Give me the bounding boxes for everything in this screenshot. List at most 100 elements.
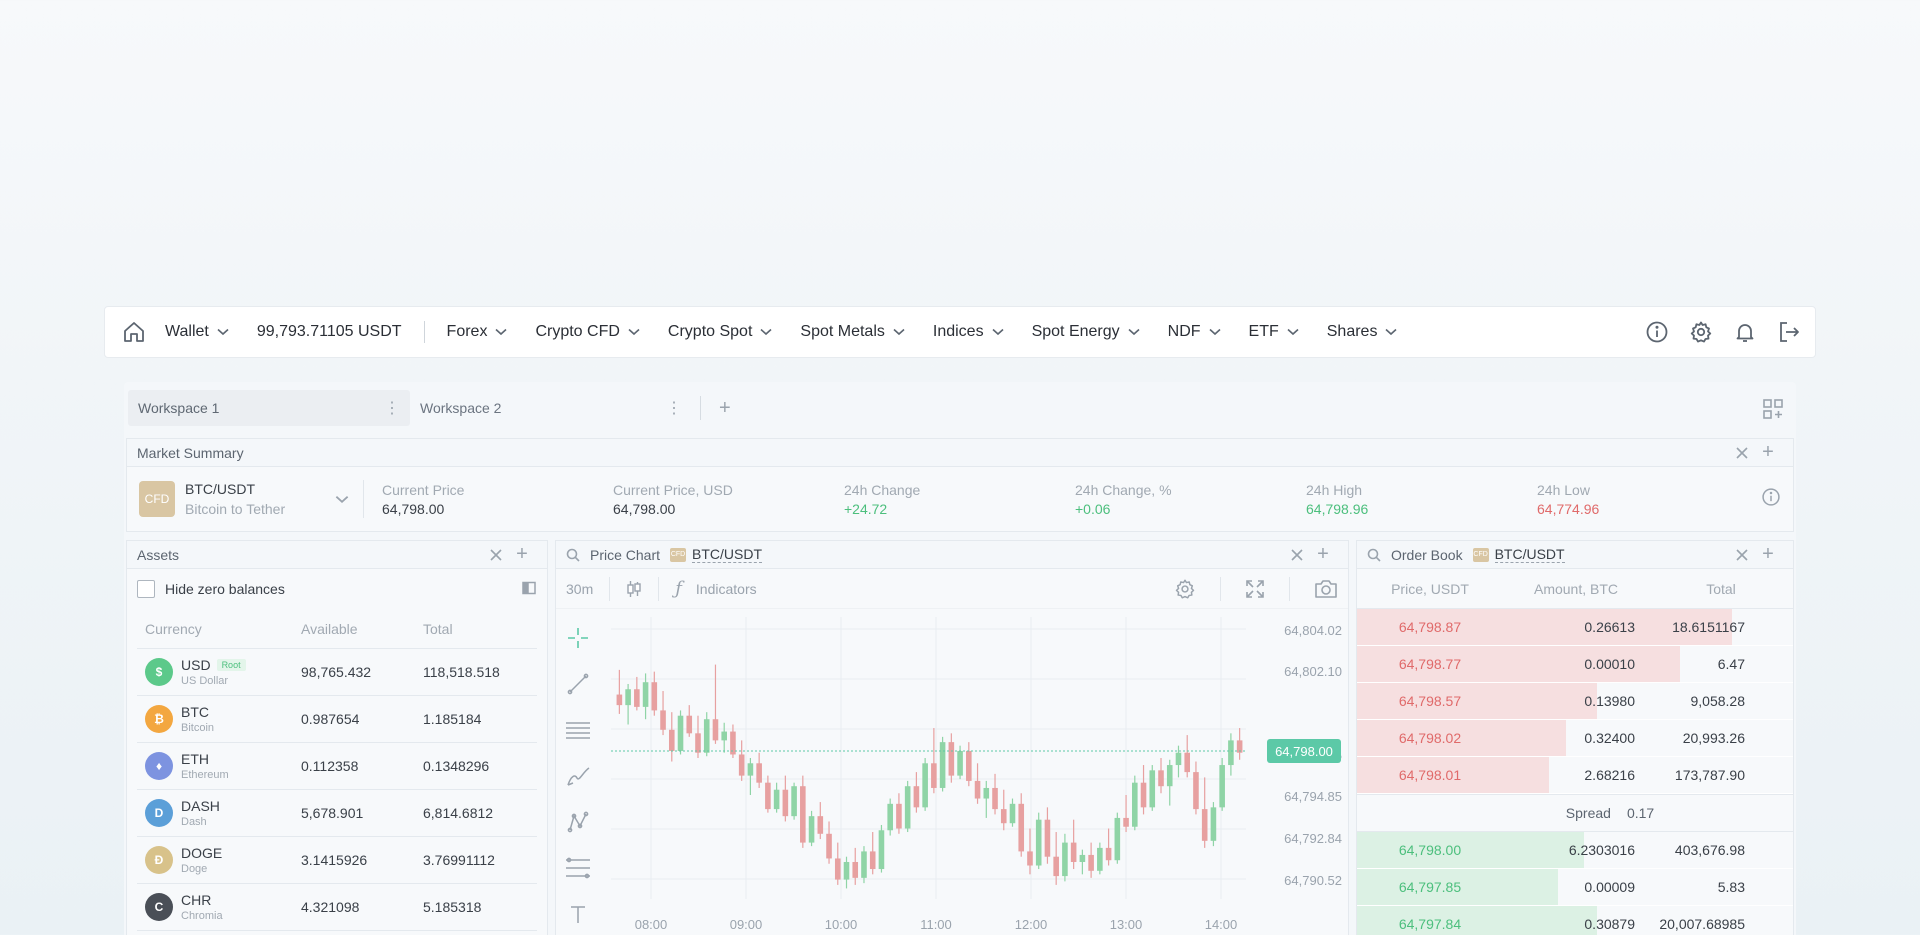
layout-grid-icon[interactable] — [1762, 398, 1784, 425]
more-vertical-icon[interactable]: ⋮ — [666, 398, 682, 418]
hide-zero-checkbox[interactable] — [137, 580, 155, 598]
add-panel-button[interactable]: + — [1753, 441, 1783, 464]
candle — [712, 719, 719, 741]
candle — [1105, 847, 1112, 861]
interval-selector[interactable]: 30m — [566, 581, 593, 597]
coin-name: CHR Chromia — [181, 892, 223, 922]
pair-symbol: BTC/USDT — [185, 481, 255, 497]
orderbook-row[interactable]: 64,798.87 0.26613 18.6151167 — [1357, 609, 1793, 646]
columns-icon[interactable] — [521, 580, 537, 599]
nav-menu-crypto-spot[interactable]: Crypto Spot — [668, 323, 772, 341]
close-icon[interactable] — [1286, 544, 1308, 566]
home-icon[interactable] — [119, 317, 149, 347]
total-cell: 173,787.90 — [1674, 767, 1745, 783]
info-icon[interactable] — [1645, 320, 1669, 344]
total-cell: 0.1348296 — [423, 758, 490, 774]
coin-icon: C — [145, 893, 173, 921]
nav-menu-label: Indices — [932, 323, 984, 340]
orderbook-row[interactable]: 64,798.57 0.13980 9,058.28 — [1357, 683, 1793, 720]
orderbook-row[interactable]: 64,797.85 0.00009 5.83 — [1357, 869, 1793, 906]
candle — [1044, 819, 1051, 857]
nav-menu-spot-metals[interactable]: Spot Metals — [800, 323, 905, 341]
tab-workspace-1[interactable]: Workspace 1 ⋮ — [128, 390, 410, 426]
y-tick-label: 64,802.10 — [1284, 664, 1342, 679]
panel-title: Order Book — [1391, 546, 1463, 563]
table-row[interactable]: D DASH Dash 5,678.901 6,814.6812 — [137, 790, 537, 837]
coin-symbol: USD — [181, 657, 211, 673]
close-icon[interactable] — [1731, 544, 1753, 566]
fullscreen-icon[interactable] — [1245, 579, 1265, 599]
assets-panel: Assets + Hide zero balances Currency Ava… — [126, 540, 548, 935]
orderbook-row[interactable]: 64,797.84 0.30879 20,007.68985 — [1357, 906, 1793, 935]
camera-icon[interactable] — [1314, 579, 1338, 599]
toolbar-divider — [1220, 576, 1221, 601]
bell-icon[interactable] — [1733, 320, 1757, 344]
nav-menu-ndf[interactable]: NDF — [1168, 323, 1221, 341]
candlestick-type-icon[interactable] — [626, 580, 642, 598]
amount-cell: 0.26613 — [1584, 619, 1635, 635]
candle — [834, 858, 841, 880]
tab-workspace-2[interactable]: Workspace 2 ⋮ — [410, 390, 692, 426]
pair-link[interactable]: BTC/USDT — [692, 546, 763, 563]
chart-area[interactable]: 64,804.0264,802.1064,796.8564,794.8564,7… — [556, 609, 1348, 935]
add-panel-button[interactable]: + — [507, 543, 537, 566]
orderbook-row[interactable]: 64,798.02 0.32400 20,993.26 — [1357, 720, 1793, 757]
spread-value: 0.17 — [1626, 805, 1655, 821]
chart-toolbar-actions — [1174, 576, 1338, 601]
current-price-usd-stat: Current Price, USD 64,798.00 — [613, 482, 844, 517]
add-panel-button[interactable]: + — [1308, 543, 1338, 566]
add-panel-button[interactable]: + — [1753, 543, 1783, 566]
search-icon[interactable] — [566, 548, 580, 562]
more-vertical-icon[interactable]: ⋮ — [384, 398, 400, 418]
nav-menu-etf[interactable]: ETF — [1249, 323, 1299, 341]
chevron-down-icon[interactable] — [335, 495, 349, 504]
candle — [1228, 740, 1234, 766]
candle — [896, 803, 902, 829]
market-menus: Forex Crypto CFD Crypto Spot Spot Metals Ind… — [447, 323, 1426, 341]
candle — [695, 733, 701, 753]
nav-menu-crypto-cfd[interactable]: Crypto CFD — [535, 323, 640, 341]
panel-header: Market Summary + — [127, 439, 1793, 467]
orderbook-row[interactable]: 64,798.00 6.2303016 403,676.98 — [1357, 832, 1793, 869]
nav-menu-spot-energy[interactable]: Spot Energy — [1032, 323, 1140, 341]
orderbook-row[interactable]: 64,798.01 2.68216 173,787.90 — [1357, 757, 1793, 794]
add-workspace-button[interactable]: + — [709, 397, 741, 420]
table-row[interactable]: Ð DOGE Doge 3.1415926 3.76991112 — [137, 837, 537, 884]
indicators-button[interactable]: Indicators — [696, 581, 757, 597]
gear-icon[interactable] — [1174, 578, 1196, 600]
gear-icon[interactable] — [1689, 320, 1713, 344]
table-row[interactable]: ♦ ETH Ethereum 0.112358 0.1348296 — [137, 743, 537, 790]
table-row[interactable]: $ USD Root US Dollar 98,765.432 118,518.518 — [137, 649, 537, 696]
hide-zero-balances-toggle[interactable]: Hide zero balances — [127, 569, 547, 609]
logout-icon[interactable] — [1777, 320, 1801, 344]
pair-link[interactable]: BTC/USDT — [1494, 546, 1565, 563]
panel-header: Order Book CFD BTC/USDT + — [1357, 541, 1793, 569]
close-icon[interactable] — [485, 544, 507, 566]
pair-selector[interactable]: BTC/USDT Bitcoin to Tether — [185, 481, 335, 517]
wallet-menu[interactable]: Wallet — [165, 323, 229, 341]
coin-icon: D — [145, 799, 173, 827]
table-row[interactable]: C CHR Chromia 4.321098 5.185318 — [137, 884, 537, 931]
search-icon[interactable] — [1367, 548, 1381, 562]
amount-cell: 0.30879 — [1584, 916, 1635, 932]
total-cell: 6.47 — [1717, 656, 1745, 672]
wallet-balance: 99,793.71105 USDT — [256, 323, 402, 340]
candle — [642, 682, 649, 707]
toolbar-divider — [1289, 576, 1290, 601]
nav-menu-shares[interactable]: Shares — [1327, 323, 1398, 341]
panel-title: Assets — [137, 546, 180, 563]
info-icon[interactable] — [1761, 487, 1781, 512]
table-row[interactable]: ₿ BTC Bitcoin 0.987654 1.185184 — [137, 696, 537, 743]
orderbook-row[interactable]: 64,798.77 0.00010 6.47 — [1357, 646, 1793, 683]
candle — [922, 763, 928, 808]
available-cell: 98,765.432 — [301, 664, 372, 680]
chevron-down-icon — [1385, 328, 1397, 336]
candlestick-chart[interactable]: 64,804.0264,802.1064,796.8564,794.8564,7… — [556, 609, 1348, 935]
candle — [1184, 752, 1191, 773]
function-icon[interactable]: ƒ — [675, 578, 682, 599]
coin-fullname: Bitcoin — [181, 722, 215, 734]
nav-menu-forex[interactable]: Forex — [447, 323, 508, 341]
nav-menu-indices[interactable]: Indices — [933, 323, 1004, 341]
close-icon[interactable] — [1731, 442, 1753, 464]
candle — [800, 786, 806, 843]
